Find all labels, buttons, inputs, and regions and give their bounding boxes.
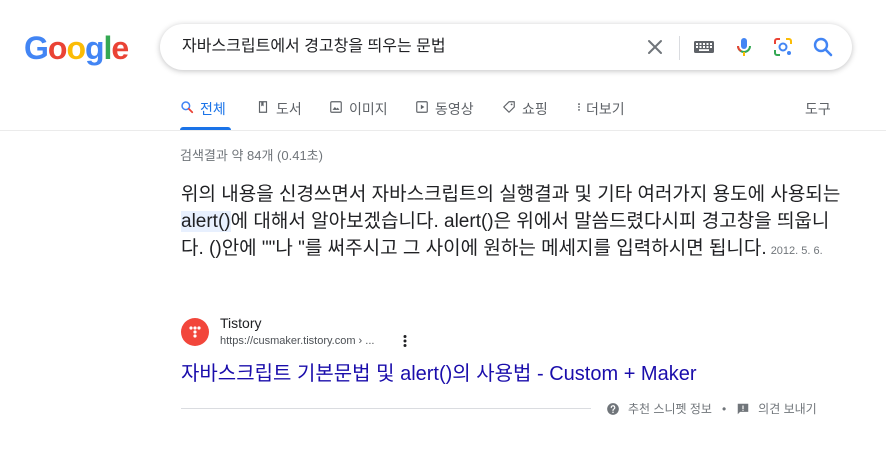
close-icon[interactable] xyxy=(643,35,667,59)
logo-letter: e xyxy=(111,30,129,66)
keyboard-icon[interactable] xyxy=(692,35,716,59)
result-title-link[interactable]: 자바스크립트 기본문법 및 alert()의 사용법 - Custom + Ma… xyxy=(181,357,697,386)
more-options-icon[interactable] xyxy=(398,334,412,348)
search-icon xyxy=(181,101,194,114)
logo-letter: G xyxy=(24,30,49,66)
featured-snippet-text: 위의 내용을 신경쓰면서 자바스크립트의 실행결과 및 기타 여러가지 용도에 … xyxy=(181,181,841,265)
snippet-highlight: alert() xyxy=(181,211,231,232)
result-stats: 검색결과 약 84개 (0.41초) xyxy=(180,148,323,163)
google-logo[interactable]: Google xyxy=(24,28,129,68)
source-url[interactable]: https://cusmaker.tistory.com › ... xyxy=(220,335,374,347)
lens-icon[interactable] xyxy=(771,35,795,59)
tab-label: 더보기 xyxy=(586,101,625,117)
snippet-text-before: 위의 내용을 신경쓰면서 자바스크립트의 실행결과 및 기타 여러가지 용도에 … xyxy=(181,184,841,205)
logo-letter: l xyxy=(103,30,113,66)
search-divider xyxy=(679,36,680,60)
tab-label: 쇼핑 xyxy=(522,101,548,117)
search-tabs: 전체 도서 이미지 동영상 쇼핑 더보기 xyxy=(180,92,840,132)
search-icon[interactable] xyxy=(811,35,835,59)
tabs-divider xyxy=(0,130,886,131)
image-icon xyxy=(330,101,342,113)
tab-label: 전체 xyxy=(200,101,226,117)
tab-videos[interactable]: 동영상 xyxy=(415,92,474,130)
tab-shopping[interactable]: 쇼핑 xyxy=(502,92,548,130)
tab-books[interactable]: 도서 xyxy=(256,92,302,130)
play-icon xyxy=(416,101,428,113)
book-icon xyxy=(258,101,268,113)
footer-divider xyxy=(181,408,591,409)
search-input[interactable]: 자바스크립트에서 경고창을 띄우는 문법 xyxy=(182,24,446,70)
tab-label: 도서 xyxy=(276,101,302,117)
tab-all[interactable]: 전체 xyxy=(180,92,231,130)
snippet-info-link[interactable]: 추천 스니펫 정보 xyxy=(628,400,712,417)
source-name[interactable]: Tistory xyxy=(220,315,261,331)
snippet-footer: 추천 스니펫 정보 • 의견 보내기 xyxy=(606,400,817,417)
logo-letter: o xyxy=(66,30,86,66)
tab-images[interactable]: 이미지 xyxy=(329,92,388,130)
footer-separator: • xyxy=(721,401,727,416)
tag-icon xyxy=(503,101,515,113)
logo-letter: o xyxy=(47,30,68,66)
feedback-link[interactable]: 의견 보내기 xyxy=(758,400,817,417)
snippet-date: 2012. 5. 6. xyxy=(770,245,823,257)
microphone-icon[interactable] xyxy=(732,35,756,59)
tools-button[interactable]: 도구 xyxy=(805,99,831,119)
logo-letter: g xyxy=(84,30,105,66)
tistory-logo-icon xyxy=(189,326,201,338)
tab-label: 동영상 xyxy=(435,101,474,117)
tistory-favicon[interactable] xyxy=(181,318,209,346)
help-icon[interactable] xyxy=(606,402,620,416)
more-icon xyxy=(578,103,580,111)
snippet-text-after: 에 대해서 알아보겠습니다. alert()은 위에서 말씀드렸다시피 경고창을… xyxy=(181,211,830,259)
feedback-icon[interactable] xyxy=(736,402,750,416)
tab-more[interactable]: 더보기 xyxy=(574,92,625,130)
search-box[interactable]: 자바스크립트에서 경고창을 띄우는 문법 xyxy=(160,24,852,70)
tab-label: 이미지 xyxy=(349,101,388,117)
